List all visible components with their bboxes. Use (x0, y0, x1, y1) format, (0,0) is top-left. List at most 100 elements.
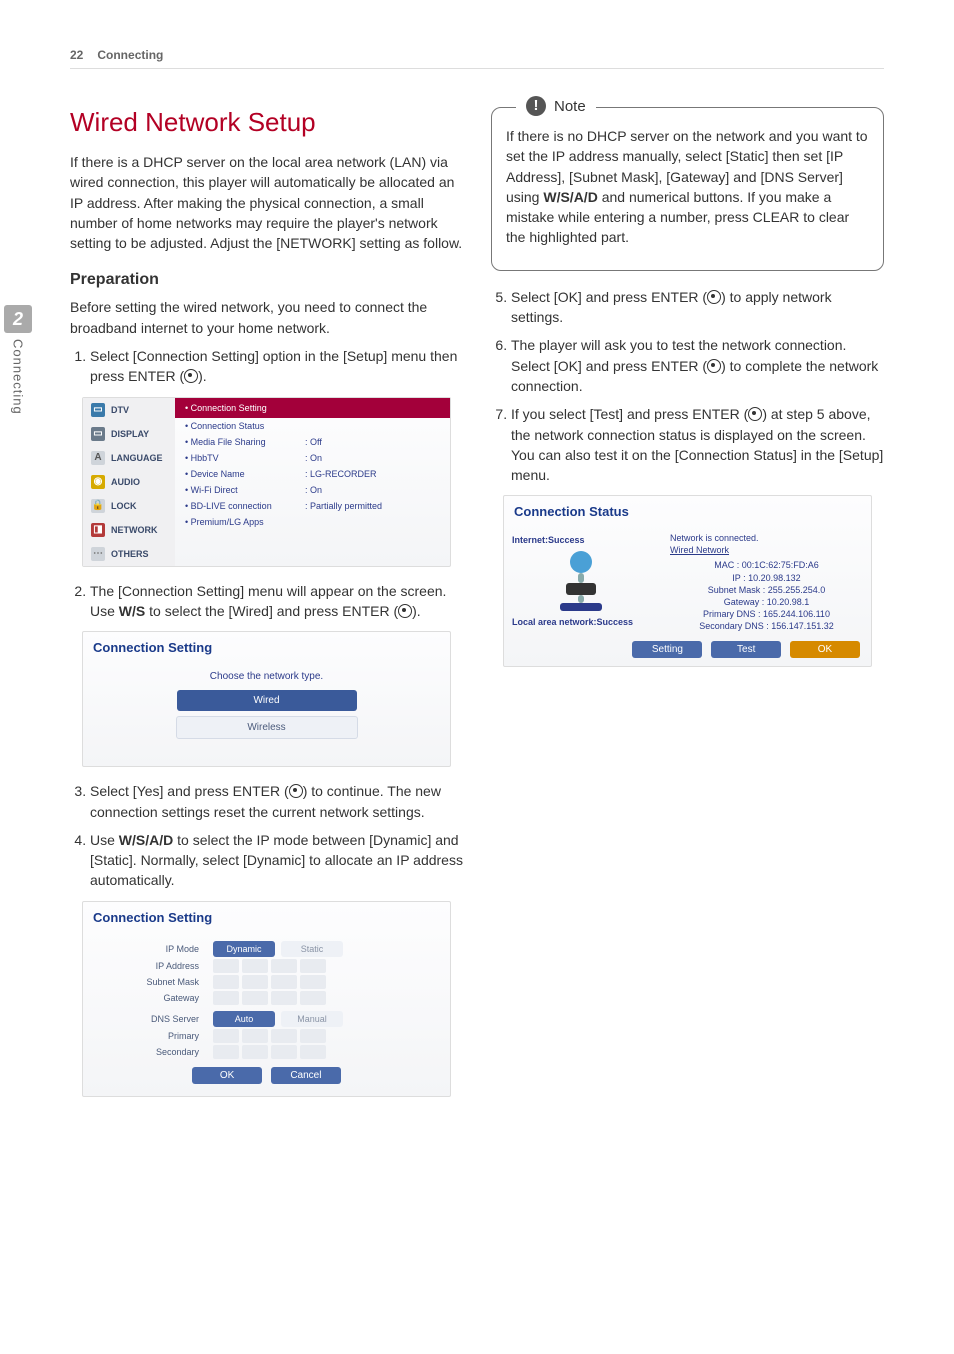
note-text: If there is no DHCP server on the networ… (506, 126, 869, 248)
menu-row[interactable]: • Premium/LG Apps (175, 514, 450, 530)
screenshot-connection-setting: Connection Setting Choose the network ty… (82, 631, 451, 767)
nav-item[interactable]: ⋯ OTHERS (83, 542, 175, 566)
menu-row[interactable]: • BD-LIVE connection: Partially permitte… (175, 498, 450, 514)
dialog-title: Connection Setting (83, 632, 450, 663)
nav-label: DTV (111, 405, 129, 415)
pill-static[interactable]: Static (281, 941, 343, 957)
ok-button[interactable]: OK (192, 1067, 262, 1084)
side-tab: 2 Connecting (0, 305, 36, 420)
label-gateway: Gateway (99, 993, 207, 1003)
step-7: If you select [Test] and press ENTER () … (511, 404, 884, 485)
status-line: Subnet Mask : 255.255.254.0 (670, 584, 863, 596)
dialog-title: Connection Setting (83, 902, 450, 933)
setting-button[interactable]: Setting (632, 641, 702, 658)
nav-item[interactable]: ◨ NETWORK (83, 518, 175, 542)
enter-icon (398, 604, 412, 618)
nav-item[interactable]: A LANGUAGE (83, 446, 175, 470)
enter-icon (289, 784, 303, 798)
status-lan: Local area network:Success (512, 617, 662, 627)
prep-text: Before setting the wired network, you ne… (70, 297, 463, 338)
enter-icon (184, 369, 198, 383)
note-box: ! Note If there is no DHCP server on the… (491, 107, 884, 271)
globe-icon (570, 551, 592, 573)
status-line: Gateway : 10.20.98.1 (670, 596, 863, 608)
prep-heading: Preparation (70, 271, 463, 289)
label-ip-mode: IP Mode (99, 944, 207, 954)
pill-auto[interactable]: Auto (213, 1011, 275, 1027)
status-line: Secondary DNS : 156.147.151.32 (670, 620, 863, 632)
pill-manual[interactable]: Manual (281, 1011, 343, 1027)
nav-label: DISPLAY (111, 429, 149, 439)
nav-label: LANGUAGE (111, 453, 163, 463)
section-name: Connecting (97, 48, 163, 62)
dialog-hint: Choose the network type. (113, 671, 420, 682)
info-icon: ! (526, 96, 546, 116)
nav-icon: ▭ (91, 403, 105, 417)
nav-icon: 🔒 (91, 499, 105, 513)
nav-item[interactable]: ▭ DISPLAY (83, 422, 175, 446)
page-title: Wired Network Setup (70, 107, 463, 138)
cancel-button[interactable]: Cancel (271, 1067, 341, 1084)
label-primary: Primary (99, 1031, 207, 1041)
nav-item[interactable]: 🔒 LOCK (83, 494, 175, 518)
nav-icon: A (91, 451, 105, 465)
screenshot-connection-status: Connection Status Internet:Success Local… (503, 495, 872, 667)
screenshot-ip-mode: Connection Setting IP Mode Dynamic Stati… (82, 901, 451, 1097)
status-connected: Network is connected. (670, 533, 863, 543)
screenshot-setup-menu: ▭ DTV ▭ DISPLAY A LANGUAGE ◉ AUDIO 🔒 LOCK ◨ NETWORK… (82, 397, 451, 567)
step-6: The player will ask you to test the netw… (511, 335, 884, 396)
nav-label: NETWORK (111, 525, 158, 535)
menu-row[interactable]: • HbbTV: On (175, 450, 450, 466)
side-tab-number: 2 (4, 305, 32, 333)
nav-item[interactable]: ◉ AUDIO (83, 470, 175, 494)
pill-dynamic[interactable]: Dynamic (213, 941, 275, 957)
option-wireless[interactable]: Wireless (176, 716, 358, 739)
nav-label: AUDIO (111, 477, 140, 487)
nav-icon: ◨ (91, 523, 105, 537)
label-subnet: Subnet Mask (99, 977, 207, 987)
nav-label: LOCK (111, 501, 137, 511)
router-icon (566, 583, 596, 595)
step-2: The [Connection Setting] menu will appea… (90, 581, 463, 622)
status-line: MAC : 00:1C:62:75:FD:A6 (670, 559, 863, 571)
enter-icon (707, 359, 721, 373)
nav-icon: ▭ (91, 427, 105, 441)
nav-icon: ⋯ (91, 547, 105, 561)
label-secondary: Secondary (99, 1047, 207, 1057)
menu-row[interactable]: • Media File Sharing: Off (175, 434, 450, 450)
status-wired: Wired Network (670, 545, 863, 555)
note-heading: ! Note (516, 96, 596, 116)
page-number: 22 (70, 48, 83, 62)
device-icon (560, 603, 602, 611)
menu-row[interactable]: • Wi-Fi Direct: On (175, 482, 450, 498)
side-tab-label: Connecting (11, 339, 26, 415)
status-line: IP : 10.20.98.132 (670, 572, 863, 584)
status-internet: Internet:Success (512, 535, 662, 545)
test-button[interactable]: Test (711, 641, 781, 658)
status-line: Primary DNS : 165.244.106.110 (670, 608, 863, 620)
label-dns: DNS Server (99, 1014, 207, 1024)
nav-label: OTHERS (111, 549, 149, 559)
menu-row[interactable]: • Connection Status (175, 418, 450, 434)
menu-item-connection-setting[interactable]: • Connection Setting (175, 398, 450, 418)
step-3: Select [Yes] and press ENTER () to conti… (90, 781, 463, 822)
label-ip-address: IP Address (99, 961, 207, 971)
nav-icon: ◉ (91, 475, 105, 489)
step-1: Select [Connection Setting] option in th… (90, 346, 463, 387)
option-wired[interactable]: Wired (177, 690, 357, 711)
network-diagram (520, 551, 654, 613)
steps-list-left-2: The [Connection Setting] menu will appea… (70, 581, 463, 622)
enter-icon (707, 290, 721, 304)
menu-row[interactable]: • Device Name: LG-RECORDER (175, 466, 450, 482)
ok-button[interactable]: OK (790, 641, 860, 658)
page-header: 22 Connecting (70, 48, 884, 69)
steps-list-right: Select [OK] and press ENTER () to apply … (491, 287, 884, 486)
nav-item[interactable]: ▭ DTV (83, 398, 175, 422)
dialog-title: Connection Status (504, 496, 871, 527)
intro-text: If there is a DHCP server on the local a… (70, 152, 463, 253)
steps-list-left: Select [Connection Setting] option in th… (70, 346, 463, 387)
steps-list-left-3: Select [Yes] and press ENTER () to conti… (70, 781, 463, 890)
step-5: Select [OK] and press ENTER () to apply … (511, 287, 884, 328)
step-4: Use W/S/A/D to select the IP mode betwee… (90, 830, 463, 891)
enter-icon (748, 407, 762, 421)
